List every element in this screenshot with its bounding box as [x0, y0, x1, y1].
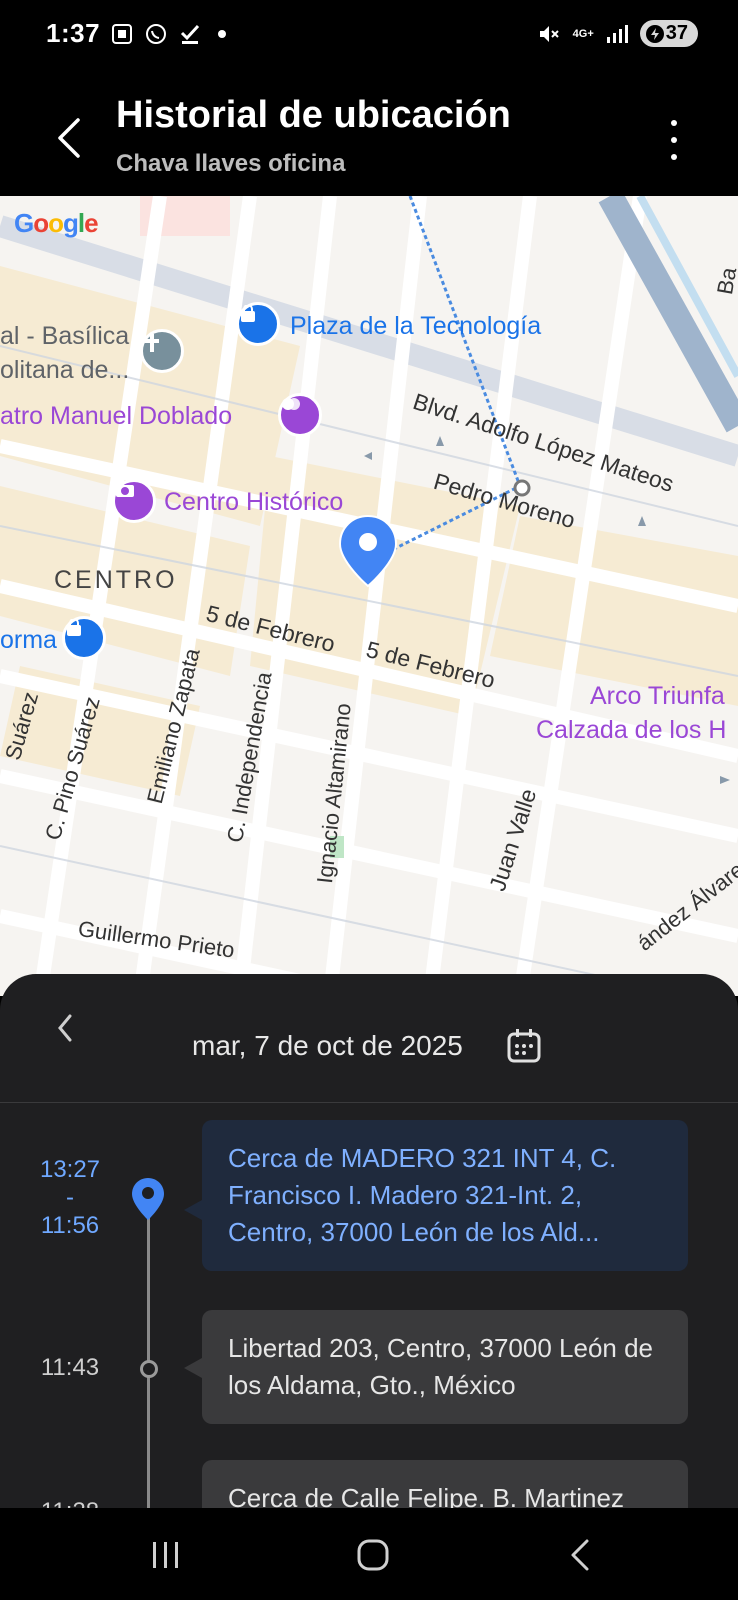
calendar-icon [507, 1029, 541, 1063]
page-subtitle: Chava llaves oficina [116, 150, 346, 177]
map-label-basilica-2[interactable]: olitana de... [0, 356, 129, 385]
home-icon [357, 1539, 389, 1571]
check-icon [178, 22, 202, 46]
charging-icon [645, 24, 664, 43]
home-button[interactable] [343, 1530, 403, 1580]
recent-apps-button[interactable] [136, 1530, 196, 1580]
map-label-plaza[interactable]: Plaza de la Tecnología [290, 312, 541, 341]
shopping-bag-icon[interactable] [62, 616, 106, 660]
camera-icon[interactable] [112, 479, 156, 523]
mute-icon [539, 25, 559, 42]
map-label-centro: CENTRO [54, 566, 178, 594]
map-label-calzada[interactable]: Calzada de los H [536, 716, 726, 745]
page-title: Historial de ubicación [116, 94, 511, 136]
map-label-top-right: Ba [712, 265, 738, 297]
more-dot [671, 137, 677, 143]
back-arrow-icon [58, 118, 80, 158]
nav-back-button[interactable] [550, 1530, 610, 1580]
map-label-centro-historico[interactable]: Centro Histórico [164, 488, 343, 517]
map-view[interactable]: Google al - Basílica olitana de... Plaza… [0, 196, 738, 996]
more-options-button[interactable] [660, 116, 688, 164]
timeline-entry[interactable]: Libertad 203, Centro, 37000 León de los … [202, 1310, 688, 1424]
map-label-teatro[interactable]: atro Manuel Doblado [0, 402, 232, 431]
selected-date[interactable]: mar, 7 de oct de 2025 [192, 1030, 463, 1062]
map-label-arco-triunfal[interactable]: Arco Triunfa [590, 682, 725, 711]
chevron-left-icon [58, 1014, 72, 1042]
timeline-node [140, 1360, 158, 1378]
system-icons: 4G+ 37 [537, 20, 698, 47]
entry-time-separator: - [66, 1184, 74, 1211]
entry-tail [184, 1200, 202, 1220]
battery-level: 37 [665, 22, 688, 44]
calendar-button[interactable] [506, 1028, 542, 1064]
more-dot [671, 154, 677, 160]
signal-icon [606, 24, 628, 43]
timeline-entry-active[interactable]: Cerca de MADERO 321 INT 4, C. Francisco … [202, 1120, 688, 1271]
entry-end-time: 11:56 [40, 1212, 100, 1239]
battery-indicator: 37 [639, 20, 698, 47]
screenshot-icon [110, 22, 134, 46]
notification-icons [110, 22, 226, 46]
previous-day-button[interactable] [50, 1008, 80, 1048]
shopping-bag-icon[interactable] [236, 302, 280, 346]
map-label-basilica[interactable]: al - Basílica [0, 322, 129, 351]
status-bar: 1:37 4G+ 37 [0, 0, 738, 72]
notification-dot [218, 30, 226, 38]
timeline-entry[interactable]: Cerca de Calle Felipe. B. Martinez [202, 1460, 688, 1508]
current-location-pin-icon [132, 1178, 164, 1220]
status-time: 1:37 [46, 18, 101, 48]
church-icon[interactable] [140, 329, 184, 373]
entry-time: 11:43 [40, 1354, 100, 1381]
entry-time: 11:38 [30, 1498, 110, 1508]
nav-back-icon [571, 1539, 589, 1571]
entry-tail [184, 1358, 202, 1378]
location-history-sheet: mar, 7 de oct de 2025 13:27 - 11:56 Cerc… [0, 974, 738, 1508]
google-logo: Google [14, 208, 99, 238]
date-selector: mar, 7 de oct de 2025 [0, 974, 738, 1103]
entry-start-time: 13:27 [39, 1156, 101, 1183]
more-options-icon [671, 120, 677, 126]
map-label-reforma[interactable]: orma [0, 626, 57, 655]
recent-apps-icon [153, 1542, 178, 1568]
app-header: Historial de ubicación Chava llaves ofic… [0, 72, 738, 196]
timeline-line [147, 1204, 150, 1508]
back-button[interactable] [46, 108, 92, 168]
network-type: 4G+ [572, 27, 594, 40]
theater-icon[interactable] [278, 393, 322, 437]
system-navigation-bar [0, 1508, 738, 1600]
whatsapp-icon [144, 22, 168, 46]
